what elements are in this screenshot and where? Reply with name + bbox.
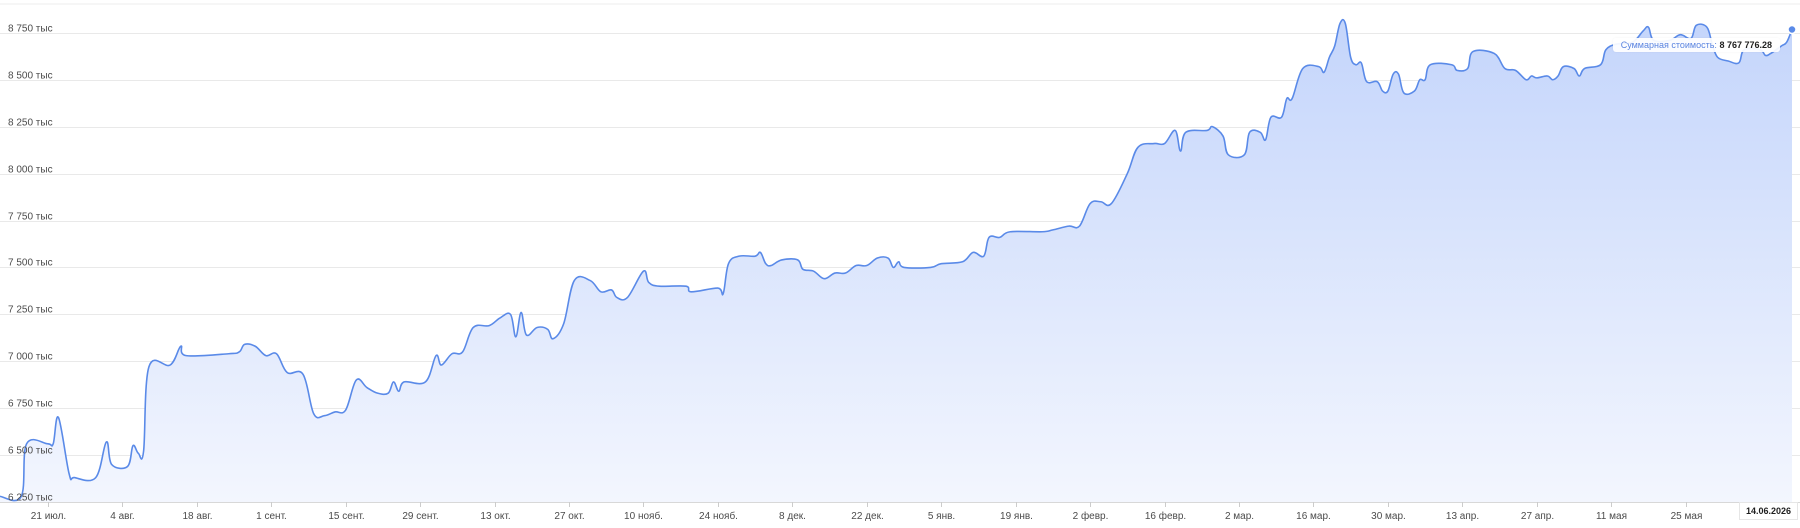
x-tick-label: 2 февр. (1073, 510, 1109, 522)
hover-tooltip: Суммарная стоимость: 8 767 776.28 (1612, 38, 1780, 52)
x-tick-label: 24 нояб. (699, 510, 738, 522)
x-tick-label: 27 апр. (1521, 511, 1554, 522)
y-axis-ticks: 6 250 тыс 6 500 тыс 6 750 тыс 7 000 тыс 7 25… (8, 24, 53, 504)
series-area-fill (0, 19, 1792, 503)
x-tick-label: 10 нояб. (624, 510, 663, 522)
chart-canvas[interactable]: 6 250 тыс 6 500 тыс 6 750 тыс 7 000 тыс 7 25… (0, 0, 1800, 528)
y-tick-label: 7 500 тыс (8, 258, 53, 269)
hover-point-marker (1787, 24, 1797, 35)
x-tick-label: 11 мая (1596, 511, 1627, 522)
y-tick-label: 7 750 тыс (8, 212, 53, 223)
x-tick-label: 30 мар. (1371, 511, 1406, 522)
x-tick-label: 4 авг. (110, 511, 134, 522)
x-tick-label: 13 апр. (1446, 511, 1479, 522)
hover-marker-group (1787, 24, 1797, 35)
crosshair-date-badge: 14.06.2026 (1738, 502, 1798, 520)
y-tick-label: 6 250 тыс (8, 493, 53, 504)
x-tick-label: 5 янв. (928, 511, 955, 522)
y-tick-label: 6 500 тыс (8, 446, 53, 457)
y-tick-label: 8 750 тыс (8, 24, 53, 35)
x-tick-label: 13 окт. (480, 511, 510, 522)
x-tick-label: 22 дек. (851, 511, 883, 522)
x-tick-label: 2 мар. (1225, 511, 1254, 522)
y-tick-label: 8 000 тыс (8, 165, 53, 176)
series-area (0, 19, 1792, 503)
x-tick-label: 8 дек. (779, 511, 806, 522)
x-tick-label: 18 авг. (183, 511, 213, 522)
x-tick-label: 21 июл. (31, 511, 66, 522)
x-tick-label: 27 окт. (554, 511, 584, 522)
y-tick-label: 8 500 тыс (8, 71, 53, 82)
y-tick-label: 7 000 тыс (8, 352, 53, 363)
y-tick-label: 7 250 тыс (8, 305, 53, 316)
x-tick-label: 19 янв. (1000, 511, 1033, 522)
tooltip-value: 8 767 776.28 (1719, 40, 1772, 50)
x-tick-label: 25 мая (1671, 511, 1703, 522)
portfolio-value-chart[interactable]: 6 250 тыс 6 500 тыс 6 750 тыс 7 000 тыс 7 25… (0, 0, 1800, 528)
x-tick-label: 29 сент. (402, 511, 438, 522)
x-tick-label: 16 мар. (1296, 511, 1331, 522)
x-tick-label: 1 сент. (256, 511, 287, 522)
x-tick-label: 15 сент. (328, 511, 364, 522)
y-tick-label: 6 750 тыс (8, 399, 53, 410)
y-tick-label: 8 250 тыс (8, 118, 53, 129)
x-tick-label: 16 февр. (1145, 510, 1186, 522)
tooltip-label: Суммарная стоимость: (1620, 40, 1717, 50)
x-axis-ticks: 21 июл. 4 авг. 18 авг. 1 сент. 15 сент. 29 се… (31, 502, 1703, 522)
